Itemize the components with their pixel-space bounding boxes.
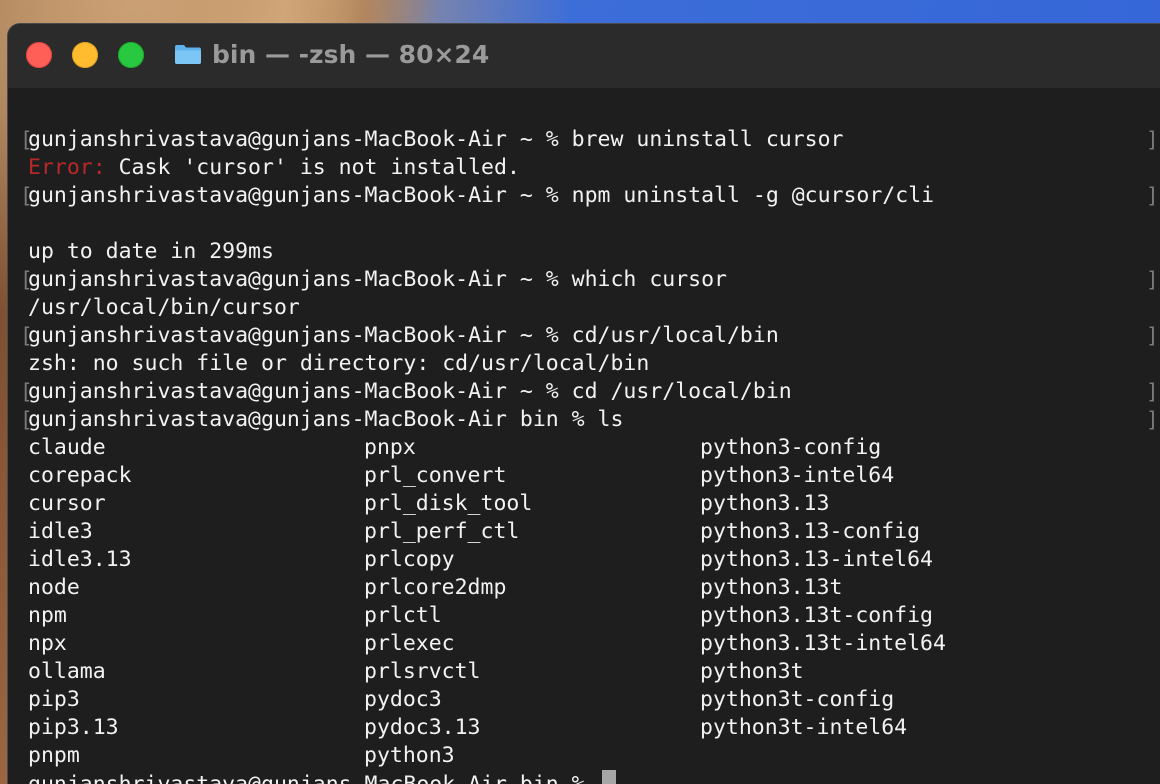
ls-entry: python3t-config <box>700 687 895 712</box>
ls-entry: python3 <box>364 743 455 768</box>
ls-entry: pnpm <box>28 743 80 768</box>
ls-entry: python3.13t-intel64 <box>700 631 946 656</box>
ls-entry: corepack <box>28 463 132 488</box>
line-text: gunjanshrivastava@gunjans-MacBook-Air ~ … <box>28 267 727 292</box>
command-prompt[interactable]: gunjanshrivastava@gunjans-MacBook-Air bi… <box>28 770 616 784</box>
command-mark-left: [ <box>20 128 33 152</box>
terminal-window[interactable]: bin — -zsh — 80×24 gunjanshrivastava@gun… <box>8 24 1160 784</box>
terminal-output[interactable]: gunjanshrivastava@gunjans-MacBook-Air ~ … <box>8 88 1160 784</box>
ls-entry: python3t-intel64 <box>700 715 908 740</box>
ls-entry: pip3 <box>28 687 80 712</box>
line-text: gunjanshrivastava@gunjans-MacBook-Air bi… <box>28 407 624 432</box>
line-text: gunjanshrivastava@gunjans-MacBook-Air ~ … <box>28 127 844 152</box>
ls-entry: prlsrvctl <box>364 659 481 684</box>
terminal-line: gunjanshrivastava@gunjans-MacBook-Air ~ … <box>28 322 779 350</box>
ls-entry: python3.13t-config <box>700 603 933 628</box>
command-mark-right: ] <box>1146 324 1159 348</box>
command-mark-right: ] <box>1146 128 1159 152</box>
ls-entry: pydoc3 <box>364 687 442 712</box>
error-label: Error: <box>28 155 106 180</box>
command-mark-right: ] <box>1146 268 1159 292</box>
command-mark-left: [ <box>20 184 33 208</box>
ls-entry: prl_disk_tool <box>364 491 533 516</box>
line-text: Cask 'cursor' is not installed. <box>105 155 520 180</box>
ls-entry: node <box>28 575 80 600</box>
terminal-line: gunjanshrivastava@gunjans-MacBook-Air ~ … <box>28 266 727 294</box>
title-bar[interactable]: bin — -zsh — 80×24 <box>8 24 1160 89</box>
command-mark-left: [ <box>20 268 33 292</box>
minimize-button[interactable] <box>72 42 98 68</box>
line-text: gunjanshrivastava@gunjans-MacBook-Air ~ … <box>28 379 792 404</box>
terminal-line: /usr/local/bin/cursor <box>28 294 300 322</box>
command-mark-left: [ <box>20 380 33 404</box>
terminal-line: up to date in 299ms <box>28 238 274 266</box>
command-mark-right: ] <box>1146 408 1159 432</box>
ls-entry: prlctl <box>364 603 442 628</box>
ls-entry: idle3 <box>28 519 93 544</box>
ls-entry: npm <box>28 603 67 628</box>
terminal-line: gunjanshrivastava@gunjans-MacBook-Air ~ … <box>28 182 934 210</box>
ls-entry: pydoc3.13 <box>364 715 481 740</box>
ls-entry: prlexec <box>364 631 455 656</box>
ls-entry: prlcopy <box>364 547 455 572</box>
ls-entry: cursor <box>28 491 106 516</box>
ls-entry: npx <box>28 631 67 656</box>
line-text: gunjanshrivastava@gunjans-MacBook-Air ~ … <box>28 183 935 208</box>
ls-entry: prl_convert <box>364 463 507 488</box>
command-mark-left: [ <box>20 408 33 432</box>
line-text: /usr/local/bin/cursor <box>28 295 300 320</box>
line-text: gunjanshrivastava@gunjans-MacBook-Air ~ … <box>28 323 779 348</box>
ls-entry: python3.13-config <box>700 519 921 544</box>
ls-entry: python3-intel64 <box>700 463 895 488</box>
ls-entry: claude <box>28 435 106 460</box>
command-mark-left: [ <box>20 324 33 348</box>
terminal-line: gunjanshrivastava@gunjans-MacBook-Air bi… <box>28 406 623 434</box>
ls-entry: idle3.13 <box>28 547 132 572</box>
terminal-line: zsh: no such file or directory: cd/usr/l… <box>28 350 649 378</box>
ls-entry: python3.13-intel64 <box>700 547 933 572</box>
text-cursor <box>601 770 616 784</box>
terminal-line: gunjanshrivastava@gunjans-MacBook-Air ~ … <box>28 378 792 406</box>
command-mark-right: ] <box>1146 184 1159 208</box>
folder-icon <box>175 45 201 64</box>
terminal-line: gunjanshrivastava@gunjans-MacBook-Air ~ … <box>28 126 843 154</box>
line-text: zsh: no such file or directory: cd/usr/l… <box>28 351 650 376</box>
prompt-text: gunjanshrivastava@gunjans-MacBook-Air bi… <box>28 772 598 784</box>
ls-entry: python3t <box>700 659 804 684</box>
ls-entry: prlcore2dmp <box>364 575 507 600</box>
close-button[interactable] <box>26 42 52 68</box>
zoom-button[interactable] <box>118 42 144 68</box>
window-title: bin — -zsh — 80×24 <box>212 40 490 69</box>
ls-entry: python3-config <box>700 435 882 460</box>
ls-entry: prl_perf_ctl <box>364 519 520 544</box>
line-text: up to date in 299ms <box>28 239 274 264</box>
ls-entry: ollama <box>28 659 106 684</box>
command-mark-right: ] <box>1146 380 1159 404</box>
ls-entry: python3.13 <box>700 491 830 516</box>
terminal-line: Error: Cask 'cursor' is not installed. <box>28 154 520 182</box>
ls-entry: python3.13t <box>700 575 843 600</box>
ls-entry: pip3.13 <box>28 715 119 740</box>
ls-entry: pnpx <box>364 435 416 460</box>
